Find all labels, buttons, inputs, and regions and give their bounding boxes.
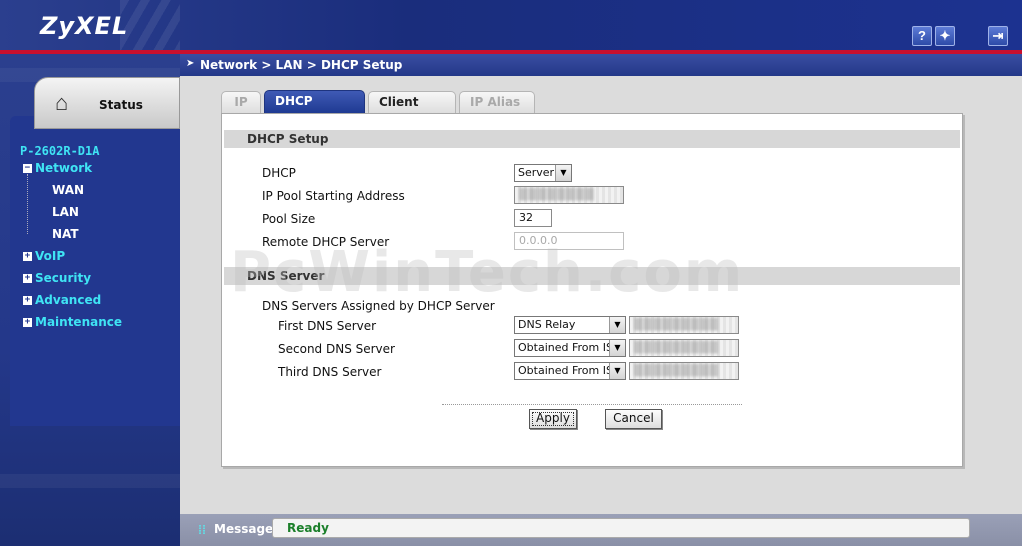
apply-button[interactable]: Apply	[529, 409, 577, 429]
sidebar-item-wan[interactable]: WAN	[52, 183, 84, 197]
chevron-down-icon[interactable]: ▼	[609, 317, 625, 333]
message-box: Ready	[272, 518, 970, 538]
chevron-down-icon[interactable]: ▼	[609, 363, 625, 379]
message-label: Message	[214, 522, 274, 536]
tab-dhcp-setup[interactable]: DHCP Setup	[264, 90, 365, 128]
first-dns-value: DNS Relay	[518, 318, 576, 331]
sidebar-item-lan[interactable]: LAN	[52, 205, 79, 219]
breadcrumb-bar: ➤ Network > LAN > DHCP Setup	[180, 54, 1022, 76]
collapse-icon[interactable]: −	[23, 164, 32, 173]
third-dns-select[interactable]: Obtained From ISP ▼	[514, 362, 626, 380]
remote-dhcp-input[interactable]: 0.0.0.0	[514, 232, 624, 250]
tree-connector	[27, 174, 28, 234]
sidebar-item-label: Network	[35, 161, 93, 175]
expand-icon[interactable]: +	[23, 252, 32, 261]
second-dns-ip-input[interactable]: ▒▒▒▒▒▒▒▒▒	[629, 339, 739, 357]
second-dns-select[interactable]: Obtained From ISP ▼	[514, 339, 626, 357]
third-dns-label: Third DNS Server	[278, 365, 382, 379]
first-dns-ip-input[interactable]: ▒▒▒▒▒▒▒▒▒	[629, 316, 739, 334]
expand-icon[interactable]: +	[23, 274, 32, 283]
tab-ip[interactable]: IP	[221, 91, 261, 113]
second-dns-label: Second DNS Server	[278, 342, 395, 356]
message-text: Ready	[287, 521, 329, 535]
sidebar-stripe	[0, 474, 180, 488]
pool-size-input[interactable]: 32	[514, 209, 552, 227]
settings-panel	[221, 113, 963, 467]
tab-client-list[interactable]: Client List	[368, 91, 456, 129]
sidebar-item-advanced[interactable]: + Advanced	[23, 293, 101, 307]
breadcrumb-arrow-icon: ➤	[186, 58, 195, 69]
dhcp-mode-select[interactable]: Server ▼	[514, 164, 572, 182]
section-header-dhcp-setup: DHCP Setup	[224, 130, 960, 148]
help-icon[interactable]: ?	[912, 26, 932, 46]
third-dns-ip-input[interactable]: ▒▒▒▒▒▒▒▒▒	[629, 362, 739, 380]
sidebar-item-voip[interactable]: + VoIP	[23, 249, 65, 263]
pool-start-input[interactable]: ▒▒▒▒▒▒▒▒	[514, 186, 624, 204]
sidebar-item-label: Advanced	[35, 293, 102, 307]
header-decoration	[120, 0, 180, 50]
dhcp-label: DHCP	[262, 166, 296, 180]
button-divider	[442, 404, 742, 405]
first-dns-label: First DNS Server	[278, 319, 377, 333]
router-icon: ⌂	[55, 90, 69, 115]
pool-start-label: IP Pool Starting Address	[262, 189, 405, 203]
message-bar: ⁞⁞ Message Ready	[180, 514, 1022, 546]
redacted-value: ▒▒▒▒▒▒▒▒▒	[634, 341, 720, 354]
sidebar-item-security[interactable]: + Security	[23, 271, 91, 285]
redacted-value: ▒▒▒▒▒▒▒▒▒	[634, 364, 720, 377]
first-dns-select[interactable]: DNS Relay ▼	[514, 316, 626, 334]
status-tab[interactable]: ⌂ Status	[34, 77, 180, 129]
logout-icon[interactable]: ⇥	[988, 26, 1008, 46]
sidebar-item-maintenance[interactable]: + Maintenance	[23, 315, 122, 329]
dns-assigned-label: DNS Servers Assigned by DHCP Server	[262, 299, 495, 313]
second-dns-value: Obtained From ISP	[518, 341, 620, 354]
dhcp-mode-value: Server	[518, 166, 555, 179]
redacted-value: ▒▒▒▒▒▒▒▒▒	[634, 318, 720, 331]
chevron-down-icon[interactable]: ▼	[609, 340, 625, 356]
pool-size-label: Pool Size	[262, 212, 316, 226]
expand-icon[interactable]: +	[23, 296, 32, 305]
breadcrumb: Network > LAN > DHCP Setup	[200, 58, 403, 72]
third-dns-value: Obtained From ISP	[518, 364, 620, 377]
sidebar-item-network[interactable]: − Network	[23, 161, 92, 175]
sidebar-item-label: VoIP	[35, 249, 66, 263]
status-label: Status	[99, 98, 143, 112]
remote-dhcp-label: Remote DHCP Server	[262, 235, 390, 249]
sidebar-item-label: Maintenance	[35, 315, 123, 329]
sidebar-item-label: Security	[35, 271, 92, 285]
zyxel-logo: ZyXEL	[40, 12, 129, 40]
sidebar-item-nat[interactable]: NAT	[52, 227, 79, 241]
chevron-down-icon[interactable]: ▼	[555, 165, 571, 181]
expand-icon[interactable]: +	[23, 318, 32, 327]
redacted-value: ▒▒▒▒▒▒▒▒	[519, 188, 595, 201]
device-name[interactable]: P-2602R-D1A	[20, 144, 99, 158]
top-header: ZyXEL ? ✦ ⇥	[0, 0, 1022, 54]
wand-icon[interactable]: ✦	[935, 26, 955, 46]
grip-icon: ⁞⁞	[198, 523, 206, 537]
tab-ip-alias[interactable]: IP Alias	[459, 91, 535, 113]
section-header-dns-server: DNS Server	[224, 267, 960, 285]
cancel-button[interactable]: Cancel	[605, 409, 662, 429]
